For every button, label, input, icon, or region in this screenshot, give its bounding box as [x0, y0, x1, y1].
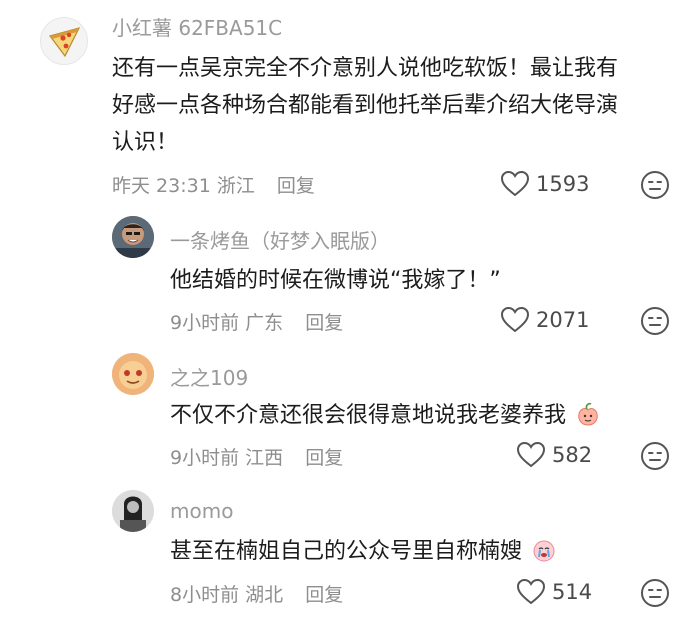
- avatar[interactable]: [112, 490, 154, 532]
- reply-text-content: 不仅不介意还很会很得意地说我老婆养我: [170, 403, 567, 428]
- reply-button[interactable]: 回复: [277, 175, 315, 197]
- like-button[interactable]: 2071: [500, 306, 589, 333]
- comment-text-line: 认识！: [112, 130, 179, 155]
- react-button[interactable]: [640, 170, 670, 204]
- comment-username[interactable]: 小红薯 62FBA51C: [112, 12, 282, 41]
- like-count: 2071: [536, 307, 590, 332]
- like-button[interactable]: 582: [516, 441, 592, 468]
- heart-outline-icon: [516, 578, 546, 605]
- reply-username[interactable]: 之之109: [170, 362, 248, 391]
- comment-item: 小红薯 62FBA51C 还有一点吴京完全不介意别人说他吃软饭！最让我有 好感一…: [0, 0, 700, 210]
- comment-text: 还有一点吴京完全不介意别人说他吃软饭！最让我有 好感一点各种场合都能看到他托举后…: [112, 50, 682, 161]
- reply-text: 不仅不介意还很会很得意地说我老婆养我: [170, 397, 670, 434]
- reply-button[interactable]: 回复: [305, 447, 343, 469]
- like-button[interactable]: 514: [516, 578, 592, 605]
- reply-item: 一条烤鱼（好梦入眠版） 他结婚的时候在微博说“我嫁了！” 9小时前 广东 回复 …: [0, 210, 700, 345]
- like-count: 582: [552, 442, 593, 467]
- reply-meta: 9小时前 江西 回复: [170, 443, 343, 470]
- heart-outline-icon: [500, 170, 530, 197]
- reply-text: 他结婚的时候在微博说“我嫁了！”: [170, 268, 501, 293]
- sticker-avatar: [112, 353, 154, 395]
- reply-username[interactable]: momo: [170, 499, 233, 523]
- reply-item: 之之109 不仅不介意还很会很得意地说我老婆养我 9小时前 江西 回复 582: [0, 345, 700, 480]
- heart-outline-icon: [500, 306, 530, 333]
- reply-item: momo 甚至在楠姐自己的公众号里自称楠嫂 8小时前 湖北 回复 514: [0, 480, 700, 617]
- neutral-face-icon: [641, 171, 669, 199]
- reply-time: 9小时前: [170, 447, 240, 469]
- heart-outline-icon: [516, 441, 546, 468]
- pizza-icon: [48, 27, 81, 58]
- like-button[interactable]: 1593: [500, 170, 589, 197]
- comment-time: 昨天 23:31: [112, 175, 211, 197]
- avatar[interactable]: [112, 353, 154, 395]
- neutral-face-icon: [641, 442, 669, 470]
- peach-emoji: [578, 402, 598, 426]
- like-count: 514: [552, 579, 593, 604]
- reply-meta: 9小时前 广东 回复: [170, 308, 343, 335]
- reply-location: 广东: [245, 312, 284, 334]
- comment-text-line: 好感一点各种场合都能看到他托举后辈介绍大佬导演: [112, 93, 619, 118]
- react-button[interactable]: [640, 306, 670, 340]
- reply-meta: 8小时前 湖北 回复: [170, 580, 343, 607]
- comment-text-line: 还有一点吴京完全不介意别人说他吃软饭！最让我有: [112, 56, 619, 81]
- photo-avatar: [112, 216, 154, 258]
- like-count: 1593: [536, 171, 590, 196]
- reply-username[interactable]: 一条烤鱼（好梦入眠版）: [170, 225, 390, 254]
- photo-avatar: [112, 490, 154, 532]
- react-button[interactable]: [640, 441, 670, 475]
- neutral-face-icon: [641, 579, 669, 607]
- react-button[interactable]: [640, 578, 670, 612]
- reply-location: 江西: [245, 447, 284, 469]
- comment-location: 浙江: [216, 175, 255, 197]
- crying-emoji: [533, 540, 555, 562]
- reply-text-content: 甚至在楠姐自己的公众号里自称楠嫂: [170, 539, 523, 564]
- avatar[interactable]: [40, 17, 88, 65]
- reply-button[interactable]: 回复: [305, 584, 343, 606]
- comment-meta: 昨天 23:31 浙江 回复: [112, 171, 315, 198]
- reply-time: 9小时前: [170, 312, 240, 334]
- reply-text: 甚至在楠姐自己的公众号里自称楠嫂: [170, 533, 670, 570]
- neutral-face-icon: [641, 307, 669, 335]
- reply-button[interactable]: 回复: [305, 312, 343, 334]
- reply-location: 湖北: [245, 584, 284, 606]
- reply-time: 8小时前: [170, 584, 240, 606]
- avatar[interactable]: [112, 216, 154, 258]
